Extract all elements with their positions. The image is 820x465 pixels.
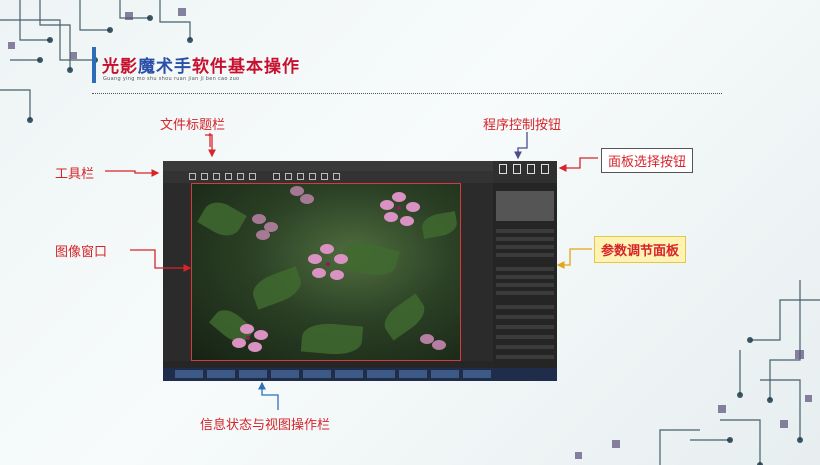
status-view-bar	[163, 361, 493, 368]
toolbar-icon	[273, 173, 280, 180]
taskbar-item	[303, 370, 331, 378]
windows-taskbar	[163, 368, 557, 381]
taskbar-item	[399, 370, 427, 378]
taskbar-item	[175, 370, 203, 378]
toolbar-icon	[237, 173, 244, 180]
taskbar-item	[463, 370, 491, 378]
label-program-control-buttons: 程序控制按钮	[483, 118, 562, 133]
label-image-window: 图像窗口	[55, 245, 108, 260]
toolbar-icon	[189, 173, 196, 180]
toolbar-icon	[213, 173, 220, 180]
taskbar-item	[431, 370, 459, 378]
toolbar-icon	[309, 173, 316, 180]
label-file-title-bar: 文件标题栏	[160, 118, 226, 133]
toolbar-icon	[201, 173, 208, 180]
toolbar-icon	[333, 173, 340, 180]
label-panel-select-buttons: 面板选择按钮	[601, 148, 694, 173]
taskbar-item	[239, 370, 267, 378]
toolbar-icon	[297, 173, 304, 180]
taskbar-item	[335, 370, 363, 378]
label-param-panel: 参数调节面板	[594, 236, 687, 263]
taskbar-item	[367, 370, 395, 378]
taskbar-item	[207, 370, 235, 378]
toolbar-icon	[225, 173, 232, 180]
slide-subtitle: Guang ying mo shu shou ruan jian ji ben …	[103, 76, 240, 82]
title-divider	[92, 93, 722, 94]
label-status-view-bar: 信息状态与视图操作栏	[200, 418, 331, 433]
panel-tab-icon	[513, 164, 521, 174]
panel-tab-icon	[499, 164, 507, 174]
image-window-photo	[191, 183, 461, 361]
app-toolbar	[163, 171, 493, 183]
param-panel	[493, 183, 557, 368]
label-toolbar: 工具栏	[55, 167, 95, 182]
toolbar-icon	[285, 173, 292, 180]
toolbar-icon	[249, 173, 256, 180]
panel-tab-icon	[527, 164, 535, 174]
title-accent-bar	[92, 47, 96, 83]
toolbar-icon	[321, 173, 328, 180]
panel-tab-icon	[541, 164, 549, 174]
app-screenshot	[163, 161, 557, 381]
panel-tabs	[493, 161, 557, 183]
slide-title: 光影魔术手软件基本操作	[102, 57, 300, 77]
taskbar-item	[271, 370, 299, 378]
